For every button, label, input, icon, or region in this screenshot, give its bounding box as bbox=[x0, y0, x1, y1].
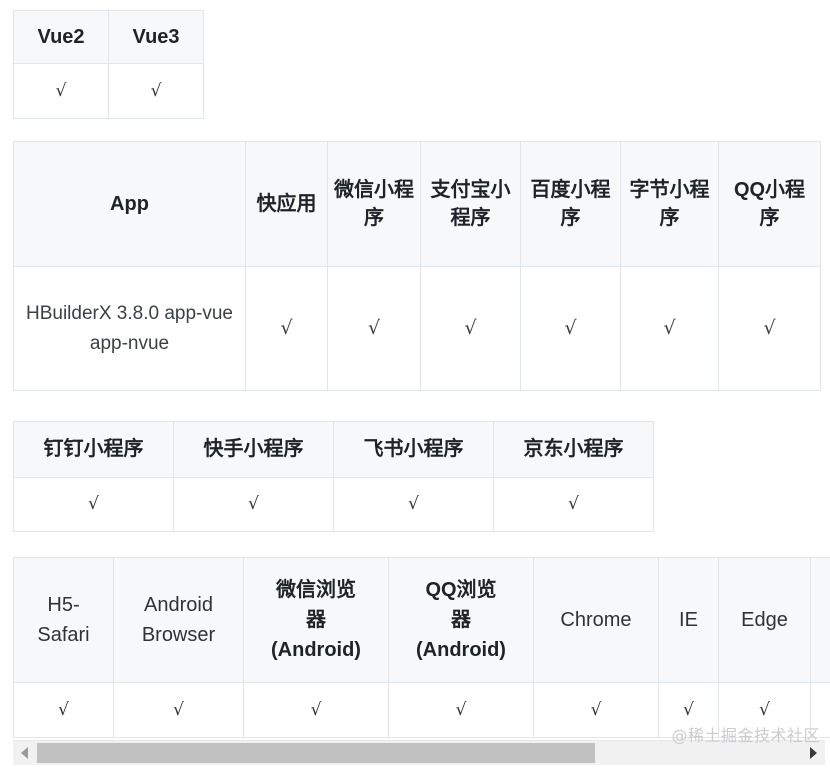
column-header-alipay-miniprogram: 支付宝小程序 bbox=[420, 141, 521, 267]
header-line: (Android) bbox=[416, 639, 506, 661]
table-row: √ √ bbox=[13, 63, 204, 119]
cell-alipay-miniprogram-support: √ bbox=[420, 266, 521, 391]
cell-wechat-browser-support: √ bbox=[243, 682, 389, 738]
cell-dingtalk-miniprogram-support: √ bbox=[13, 477, 174, 532]
column-header-vue3: Vue3 bbox=[108, 10, 204, 64]
cell-vue3-support: √ bbox=[108, 63, 204, 119]
cell-vue2-support: √ bbox=[13, 63, 109, 119]
column-header-bytedance-miniprogram: 字节小程序 bbox=[620, 141, 719, 267]
table-header-row: H5- Safari Android Browser 微信浏览 器 (Andro… bbox=[13, 557, 830, 683]
app-platform-table: App 快应用 微信小程序 支付宝小程序 百度小程序 字节小程序 QQ小程序 H… bbox=[13, 141, 821, 391]
header-line: QQ浏览 bbox=[425, 579, 497, 601]
column-header-kuaishou-miniprogram: 快手小程序 bbox=[173, 421, 334, 478]
table-header-row: App 快应用 微信小程序 支付宝小程序 百度小程序 字节小程序 QQ小程序 bbox=[13, 141, 821, 267]
column-header-chrome: Chrome bbox=[533, 557, 659, 683]
header-line: H5- bbox=[47, 594, 80, 616]
horizontal-scrollbar[interactable] bbox=[13, 740, 825, 765]
cell-chrome-support: √ bbox=[533, 682, 659, 738]
browser-support-table: H5- Safari Android Browser 微信浏览 器 (Andro… bbox=[13, 557, 830, 738]
vue-support-table: Vue2 Vue3 √ √ bbox=[13, 10, 204, 119]
cell-h5-safari-support: √ bbox=[13, 682, 114, 738]
header-line: Safari bbox=[37, 624, 90, 646]
header-line: (Android) bbox=[271, 639, 361, 661]
cell-overflow bbox=[810, 682, 830, 738]
column-header-wechat-browser-android: 微信浏览 器 (Android) bbox=[243, 557, 389, 683]
cell-feishu-miniprogram-support: √ bbox=[333, 477, 494, 532]
header-line: Browser bbox=[141, 624, 216, 646]
column-header-baidu-miniprogram: 百度小程序 bbox=[520, 141, 621, 267]
column-header-quickapp: 快应用 bbox=[245, 141, 328, 267]
column-header-feishu-miniprogram: 飞书小程序 bbox=[333, 421, 494, 478]
table-row: √ √ √ √ bbox=[13, 477, 654, 532]
header-line: Android bbox=[144, 594, 213, 616]
table-row: √ √ √ √ √ √ √ bbox=[13, 682, 830, 738]
table-header-row: Vue2 Vue3 bbox=[13, 10, 204, 64]
cell-qq-miniprogram-support: √ bbox=[718, 266, 821, 391]
header-line: 微信浏览 bbox=[276, 579, 356, 601]
column-header-ie: IE bbox=[658, 557, 719, 683]
miniprogram-platform-table: 钉钉小程序 快手小程序 飞书小程序 京东小程序 √ √ √ √ bbox=[13, 421, 654, 532]
cell-bytedance-miniprogram-support: √ bbox=[620, 266, 719, 391]
column-header-edge: Edge bbox=[718, 557, 811, 683]
column-header-wechat-miniprogram: 微信小程序 bbox=[327, 141, 421, 267]
scroll-left-arrow-icon[interactable] bbox=[13, 741, 37, 765]
cell-qq-browser-support: √ bbox=[388, 682, 534, 738]
column-header-jd-miniprogram: 京东小程序 bbox=[493, 421, 654, 478]
cell-hbuilderx-version: HBuilderX 3.8.0 app-vue app-nvue bbox=[13, 266, 246, 391]
scrollbar-thumb[interactable] bbox=[37, 743, 595, 763]
table-header-row: 钉钉小程序 快手小程序 飞书小程序 京东小程序 bbox=[13, 421, 654, 478]
cell-wechat-miniprogram-support: √ bbox=[327, 266, 421, 391]
scrollbar-track[interactable] bbox=[37, 741, 801, 765]
column-header-qq-miniprogram: QQ小程序 bbox=[718, 141, 821, 267]
cell-quickapp-support: √ bbox=[245, 266, 328, 391]
cell-android-browser-support: √ bbox=[113, 682, 244, 738]
cell-edge-support: √ bbox=[718, 682, 811, 738]
cell-ie-support: √ bbox=[658, 682, 719, 738]
column-header-app: App bbox=[13, 141, 246, 267]
column-header-vue2: Vue2 bbox=[13, 10, 109, 64]
column-header-qq-browser-android: QQ浏览 器 (Android) bbox=[388, 557, 534, 683]
document-page: Vue2 Vue3 √ √ App 快应用 微信小程序 支付宝小程序 百度小程序… bbox=[0, 0, 830, 771]
table-row: HBuilderX 3.8.0 app-vue app-nvue √ √ √ √… bbox=[13, 266, 821, 391]
column-header-dingtalk-miniprogram: 钉钉小程序 bbox=[13, 421, 174, 478]
header-line: 器 bbox=[451, 609, 471, 631]
column-header-android-browser: Android Browser bbox=[113, 557, 244, 683]
cell-baidu-miniprogram-support: √ bbox=[520, 266, 621, 391]
scroll-right-arrow-icon[interactable] bbox=[801, 741, 825, 765]
cell-kuaishou-miniprogram-support: √ bbox=[173, 477, 334, 532]
cell-jd-miniprogram-support: √ bbox=[493, 477, 654, 532]
header-line: 器 bbox=[306, 609, 326, 631]
column-header-overflow bbox=[810, 557, 830, 683]
column-header-h5-safari: H5- Safari bbox=[13, 557, 114, 683]
